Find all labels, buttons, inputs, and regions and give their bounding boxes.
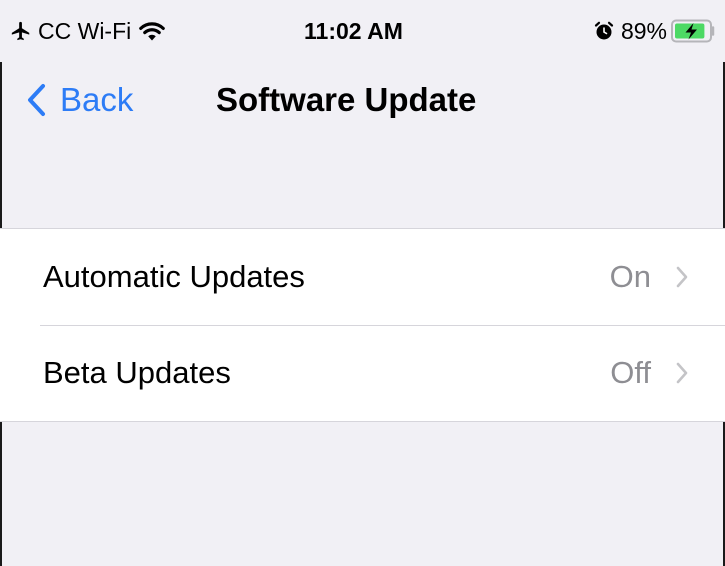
- carrier-label: CC Wi-Fi: [38, 18, 132, 44]
- page-title: Software Update: [216, 81, 477, 118]
- settings-row-automatic-updates[interactable]: Automatic Updates On: [0, 229, 725, 325]
- battery-percent: 89%: [620, 18, 667, 44]
- chevron-left-icon: [26, 83, 46, 117]
- row-label: Automatic Updates: [43, 259, 305, 294]
- status-bar: CC Wi-Fi 11:02 AM 89%: [0, 0, 725, 62]
- navigation-bar: Back Software Update: [0, 62, 725, 142]
- wifi-icon: [138, 20, 166, 42]
- status-bar-right: 89%: [594, 17, 717, 45]
- chevron-right-icon: [675, 265, 689, 289]
- alarm-icon: [594, 21, 614, 41]
- battery-charging-icon: [671, 19, 717, 43]
- status-time: 11:02 AM: [304, 18, 403, 44]
- back-button-label: Back: [60, 81, 134, 118]
- back-button[interactable]: Back: [26, 80, 133, 120]
- chevron-right-icon: [675, 361, 689, 385]
- airplane-icon: [10, 20, 32, 42]
- settings-row-beta-updates[interactable]: Beta Updates Off: [0, 325, 725, 421]
- settings-group: Automatic Updates On Beta Updates Off: [0, 228, 725, 422]
- status-bar-left: CC Wi-Fi: [10, 17, 166, 45]
- row-value: Off: [610, 355, 651, 390]
- row-label: Beta Updates: [43, 355, 231, 390]
- row-value: On: [609, 259, 651, 294]
